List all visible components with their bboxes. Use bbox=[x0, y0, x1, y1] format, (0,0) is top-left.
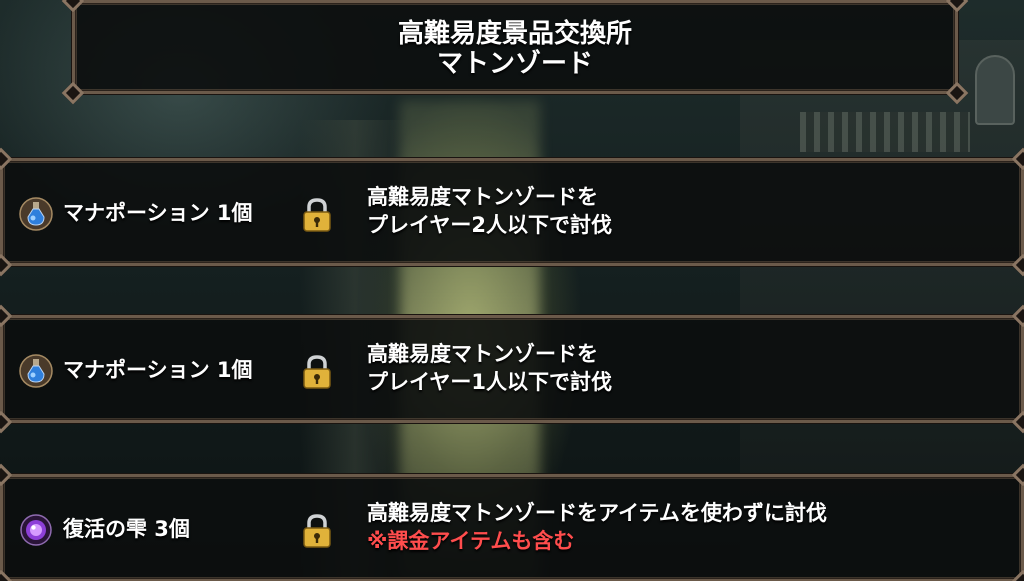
condition-text: 高難易度マトンゾードを bbox=[367, 342, 598, 366]
page-title: 高難易度景品交換所 bbox=[397, 19, 632, 49]
frame-corner-ornament bbox=[0, 569, 13, 581]
padlock-icon bbox=[303, 198, 331, 232]
background-statue-niche bbox=[975, 55, 1015, 125]
condition-text: 高難易度マトンゾードを bbox=[367, 185, 598, 209]
page-subtitle: マトンゾード bbox=[436, 49, 593, 79]
padlock-icon bbox=[303, 514, 331, 548]
padlock-icon bbox=[303, 355, 331, 389]
background-meander-frieze bbox=[800, 112, 970, 152]
mana-potion-icon bbox=[19, 354, 53, 388]
header-panel: 高難易度景品交換所 マトンゾード bbox=[61, 0, 969, 105]
reward-row[interactable]: マナポーション 1個 高難易度マトンゾードを プレイヤー2人以下で討伐 bbox=[0, 147, 1024, 277]
condition-text: プレイヤー2人以下で討伐 bbox=[367, 213, 612, 237]
condition-text: 高難易度マトンゾードをアイテムを使わずに討伐 bbox=[367, 501, 827, 525]
reward-name: マナポーション 1個 bbox=[63, 201, 253, 225]
revival-drop-icon bbox=[20, 514, 52, 546]
reward-name: 復活の雫 3個 bbox=[63, 517, 190, 541]
reward-name: マナポーション 1個 bbox=[63, 358, 253, 382]
reward-row[interactable]: 復活の雫 3個 高難易度マトンゾードをアイテムを使わずに討伐 ※課金アイテムも含… bbox=[0, 463, 1024, 581]
condition-note: ※課金アイテムも含む bbox=[367, 529, 575, 553]
frame-corner-ornament bbox=[1011, 569, 1024, 581]
reward-row[interactable]: マナポーション 1個 高難易度マトンゾードを プレイヤー1人以下で討伐 bbox=[0, 304, 1024, 434]
condition-text: プレイヤー1人以下で討伐 bbox=[367, 370, 612, 394]
mana-potion-icon bbox=[19, 197, 53, 231]
